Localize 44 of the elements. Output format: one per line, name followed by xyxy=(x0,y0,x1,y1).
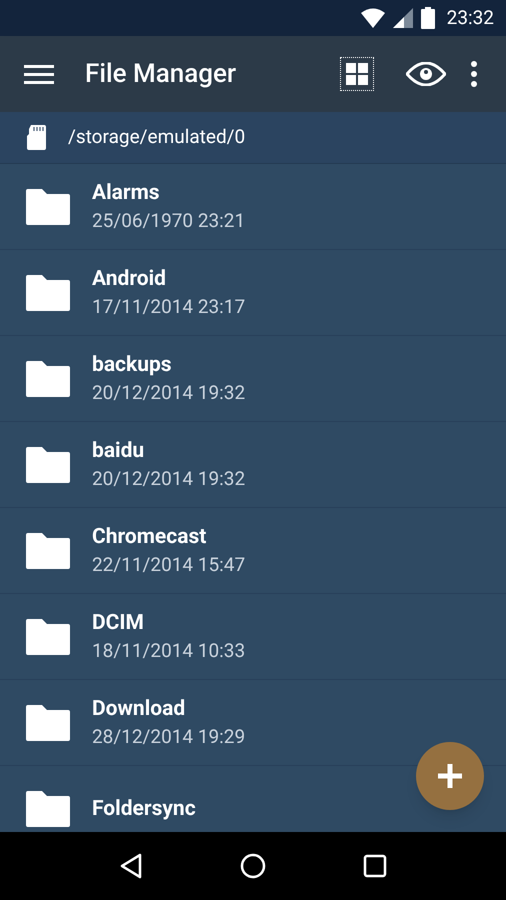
battery-icon xyxy=(420,7,435,29)
folder-name: backups xyxy=(92,352,173,378)
folder-date: 25/06/1970 23:21 xyxy=(92,208,246,234)
folder-row[interactable]: Alarms 25/06/1970 23:21 xyxy=(0,164,506,250)
folder-date: 20/12/2014 19:32 xyxy=(92,466,246,492)
folder-date: 22/11/2014 15:47 xyxy=(92,552,246,578)
folder-row[interactable]: DCIM 18/11/2014 10:33 xyxy=(0,594,506,680)
plus-icon xyxy=(437,763,463,789)
folder-row[interactable]: Android 17/11/2014 23:17 xyxy=(0,250,506,336)
sd-card-icon xyxy=(27,125,46,150)
folder-icon xyxy=(26,790,70,826)
back-icon[interactable] xyxy=(118,853,143,879)
folder-name: Alarms xyxy=(92,180,161,206)
signal-icon xyxy=(392,8,413,28)
folder-name: DCIM xyxy=(92,610,145,636)
folder-name: Download xyxy=(92,696,186,722)
folder-icon xyxy=(26,618,70,654)
path-text: /storage/emulated/0 xyxy=(68,124,246,150)
folder-name: Chromecast xyxy=(92,524,208,550)
grid-icon xyxy=(346,63,368,85)
folder-date: 17/11/2014 23:17 xyxy=(92,294,246,320)
folder-date: 28/12/2014 19:29 xyxy=(92,724,246,750)
folder-icon xyxy=(26,704,70,740)
folder-name: Foldersync xyxy=(92,796,196,822)
folder-name: Android xyxy=(92,266,167,292)
home-icon[interactable] xyxy=(240,853,266,879)
folder-name: baidu xyxy=(92,438,146,464)
app-title: File Manager xyxy=(85,58,236,90)
folder-row[interactable]: backups 20/12/2014 19:32 xyxy=(0,336,506,422)
folder-date: 18/11/2014 10:33 xyxy=(92,638,246,664)
folder-row[interactable]: baidu 20/12/2014 19:32 xyxy=(0,422,506,508)
eye-icon[interactable] xyxy=(406,62,446,86)
folder-icon xyxy=(26,532,70,568)
folder-icon xyxy=(26,274,70,310)
more-options-icon[interactable] xyxy=(470,61,478,87)
folder-row[interactable]: Chromecast 22/11/2014 15:47 xyxy=(0,508,506,594)
grid-view-button[interactable] xyxy=(340,57,374,91)
folder-icon xyxy=(26,360,70,396)
recents-icon[interactable] xyxy=(363,854,388,878)
folder-date: 20/12/2014 19:32 xyxy=(92,380,246,406)
folder-icon xyxy=(26,446,70,482)
wifi-icon xyxy=(360,8,385,28)
clock-time: 23:32 xyxy=(446,4,494,31)
folder-icon xyxy=(26,188,70,224)
